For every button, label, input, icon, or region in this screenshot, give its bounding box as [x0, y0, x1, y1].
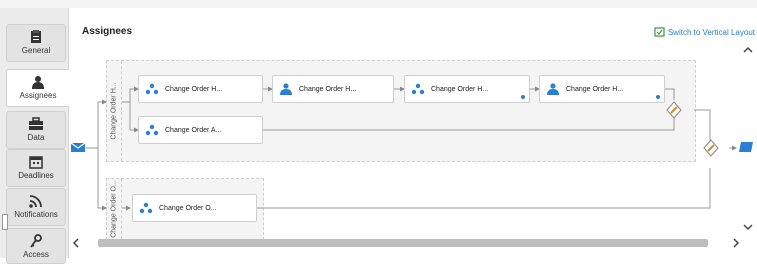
briefcase-icon — [29, 117, 43, 130]
assignee-node[interactable]: Change Order H... — [138, 75, 263, 103]
node-indicator — [656, 95, 660, 99]
tab-general[interactable]: General — [6, 24, 66, 62]
tab-access[interactable]: Access — [6, 228, 66, 264]
join-gateway-icon[interactable] — [666, 101, 682, 119]
user-icon — [273, 76, 299, 102]
node-indicator — [521, 95, 525, 99]
person-icon — [32, 76, 44, 89]
scroll-right-icon[interactable] — [730, 236, 742, 250]
start-event-icon[interactable] — [70, 140, 86, 154]
top-strip — [0, 0, 757, 8]
node-label: Change Order A... — [165, 126, 222, 134]
group-icon — [133, 195, 159, 221]
tab-notifications[interactable]: Notifications — [6, 188, 66, 226]
tab-data[interactable]: Data — [6, 111, 66, 149]
key-icon — [30, 234, 42, 248]
group-icon — [139, 117, 165, 143]
scroll-thumb[interactable] — [98, 239, 708, 247]
tab-general-label: General — [21, 46, 51, 55]
tab-assignees-label: Assignees — [19, 91, 57, 100]
clipboard-icon — [31, 30, 41, 43]
tab-deadlines-label: Deadlines — [18, 171, 54, 180]
node-label: Change Order H... — [165, 85, 223, 93]
user-icon — [540, 76, 566, 102]
scroll-up-icon[interactable] — [741, 45, 755, 55]
assignees-panel: Assignees Switch to Vertical Layout Chan… — [70, 8, 757, 258]
assignee-node[interactable]: Change Order H... — [272, 75, 394, 103]
node-label: Change Order H... — [431, 85, 489, 93]
sidebar-collapse-handle[interactable] — [2, 214, 8, 230]
rss-icon — [29, 195, 42, 208]
assignee-node[interactable]: Change Order A... — [138, 116, 263, 144]
tab-notifications-label: Notifications — [14, 210, 58, 219]
vertical-scrollbar[interactable] — [741, 42, 755, 242]
tab-data-label: Data — [27, 133, 45, 142]
node-label: Change Order H... — [299, 85, 357, 93]
assignee-node[interactable]: Change Order O... — [132, 194, 257, 222]
group-icon — [139, 76, 165, 102]
node-label: Change Order H... — [566, 85, 624, 93]
horizontal-scrollbar[interactable] — [70, 236, 745, 250]
properties-sidebar: General Assignees Data Deadlines Notific… — [0, 8, 70, 264]
scroll-left-icon[interactable] — [70, 236, 82, 250]
node-label: Change Order O... — [159, 204, 217, 212]
tab-assignees[interactable]: Assignees — [6, 69, 70, 107]
assignee-node[interactable]: Change Order H... — [539, 75, 665, 103]
final-gateway-icon[interactable] — [703, 139, 719, 157]
tab-deadlines[interactable]: Deadlines — [6, 149, 66, 187]
assignee-node[interactable]: Change Order H... — [404, 75, 530, 103]
scroll-down-icon[interactable] — [741, 222, 755, 232]
calendar-icon — [29, 156, 43, 169]
group-icon — [405, 76, 431, 102]
